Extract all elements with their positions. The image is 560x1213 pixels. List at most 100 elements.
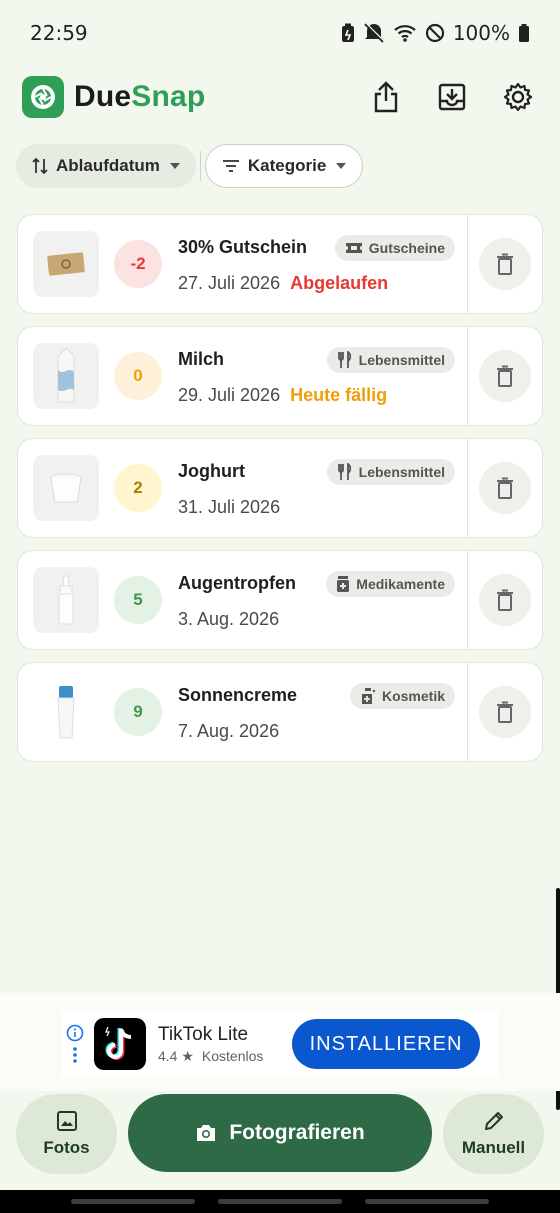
app-title: DueSnap	[74, 80, 205, 114]
medical-icon	[337, 575, 350, 592]
item-info: Milch Lebensmittel 29. Juli 2026 Heute f…	[178, 346, 467, 406]
app-title-part2: Snap	[131, 80, 206, 113]
list-item[interactable]: 2 Joghurt Lebensmittel 31. Juli 2026	[17, 438, 543, 538]
more-vert-icon	[73, 1047, 77, 1063]
app-actions	[370, 81, 538, 113]
category-chip-label: Kategorie	[247, 156, 327, 175]
voucher-photo	[47, 252, 85, 276]
item-info: Joghurt Lebensmittel 31. Juli 2026	[178, 458, 467, 518]
battery-icon	[519, 24, 529, 42]
delete-button[interactable]	[479, 574, 531, 626]
item-info: 30% Gutschein Gutscheine 27. Juli 2026 A…	[178, 234, 467, 294]
category-label: Gutscheine	[368, 239, 445, 256]
manual-label: Manuell	[461, 1138, 526, 1157]
delete-area	[467, 663, 542, 761]
share-button[interactable]	[370, 81, 402, 113]
nav-home-handle[interactable]	[217, 1199, 342, 1204]
image-icon	[56, 1111, 77, 1131]
mute-icon	[364, 23, 385, 43]
restaurant-icon	[337, 350, 351, 368]
restaurant-icon	[337, 462, 351, 480]
category-badge: Lebensmittel	[326, 346, 455, 373]
ad-text: TikTok Lite 4.4 ★ Kostenlos	[158, 1024, 263, 1065]
item-date: 7. Aug. 2026	[178, 720, 280, 741]
delete-area	[467, 215, 542, 313]
ad-install-button[interactable]: INSTALLIEREN	[292, 1019, 480, 1069]
filter-bar: Ablaufdatum Kategorie	[16, 144, 364, 188]
category-label: Kosmetik	[381, 687, 445, 704]
share-icon	[374, 81, 398, 113]
ad-banner[interactable]: TikTok Lite 4.4 ★ Kostenlos INSTALLIEREN	[62, 1010, 498, 1078]
category-badge: Kosmetik	[349, 682, 455, 709]
sort-chip[interactable]: Ablaufdatum	[16, 144, 196, 188]
days-remaining-badge: 0	[114, 352, 162, 400]
filter-icon	[222, 160, 239, 172]
item-list: -2 30% Gutschein Gutscheine 27. Juli 202…	[17, 214, 543, 774]
app-title-part1: Due	[74, 80, 132, 113]
delete-button[interactable]	[479, 686, 531, 738]
item-thumbnail	[33, 231, 99, 297]
ad-info[interactable]	[64, 1024, 86, 1064]
category-label: Medikamente	[356, 575, 445, 592]
system-nav-bar	[0, 1190, 560, 1213]
ticket-icon	[345, 242, 362, 253]
chevron-down-icon	[336, 163, 347, 169]
item-thumbnail	[33, 567, 99, 633]
item-date: 29. Juli 2026	[178, 384, 281, 405]
ad-title: TikTok Lite	[158, 1023, 249, 1045]
manual-entry-button[interactable]: Manuell	[443, 1094, 544, 1174]
ad-rating: 4.4 ★	[158, 1047, 194, 1064]
item-thumbnail	[33, 455, 99, 521]
chip-divider	[199, 151, 201, 181]
photos-button[interactable]: Fotos	[16, 1094, 117, 1174]
days-remaining-badge: -2	[114, 240, 162, 288]
nav-back-handle[interactable]	[71, 1199, 196, 1204]
category-badge: Medikamente	[326, 570, 455, 597]
list-item[interactable]: -2 30% Gutschein Gutscheine 27. Juli 202…	[17, 214, 543, 314]
item-info: Sonnencreme Kosmetik 7. Aug. 2026	[178, 682, 467, 742]
import-button[interactable]	[436, 81, 468, 113]
trash-icon	[497, 701, 513, 723]
trash-icon	[497, 477, 513, 499]
delete-area	[467, 327, 542, 425]
item-status: Abgelaufen	[290, 272, 389, 293]
delete-area	[467, 439, 542, 537]
list-item[interactable]: 5 Augentropfen Medikamente 3. Aug. 2026	[17, 550, 543, 650]
item-date: 31. Juli 2026	[178, 496, 281, 517]
chevron-down-icon	[169, 163, 180, 169]
item-name: Milch	[178, 349, 225, 369]
category-filter-chip[interactable]: Kategorie	[204, 144, 364, 188]
wifi-icon	[394, 25, 416, 42]
list-item[interactable]: 9 Sonnencreme Kosmetik 7. Aug. 2026	[17, 662, 543, 762]
delete-button[interactable]	[479, 462, 531, 514]
info-icon	[66, 1024, 84, 1042]
take-photo-button[interactable]: Fotografieren	[128, 1094, 432, 1172]
delete-button[interactable]	[479, 238, 531, 290]
item-name: Augentropfen	[178, 573, 296, 593]
nav-recents-handle[interactable]	[364, 1199, 489, 1204]
category-badge: Gutscheine	[334, 234, 455, 261]
sunscreen-tube-photo	[57, 686, 75, 739]
delete-button[interactable]	[479, 350, 531, 402]
category-badge: Lebensmittel	[326, 458, 455, 485]
item-thumbnail	[33, 343, 99, 409]
sanitizer-icon	[361, 687, 376, 704]
gear-icon	[503, 82, 533, 112]
star-icon: ★	[181, 1047, 194, 1064]
eye-drops-photo	[58, 575, 74, 625]
do-not-disturb-icon	[425, 23, 444, 43]
status-time: 22:59	[30, 21, 88, 45]
trash-icon	[497, 589, 513, 611]
settings-button[interactable]	[502, 81, 534, 113]
bottom-action-bar: Fotos Fotografieren Manuell	[16, 1094, 544, 1174]
item-name: Joghurt	[178, 461, 245, 481]
camera-icon	[197, 1125, 216, 1141]
trash-icon	[497, 253, 513, 275]
download-box-icon	[438, 83, 466, 111]
days-remaining-badge: 9	[114, 688, 162, 736]
list-item[interactable]: 0 Milch Lebensmittel 29. Juli 2026 Heute…	[17, 326, 543, 426]
item-name: Sonnencreme	[178, 685, 298, 705]
category-label: Lebensmittel	[358, 351, 445, 368]
status-bar: 22:59 100%	[0, 0, 560, 66]
days-remaining-badge: 5	[114, 576, 162, 624]
